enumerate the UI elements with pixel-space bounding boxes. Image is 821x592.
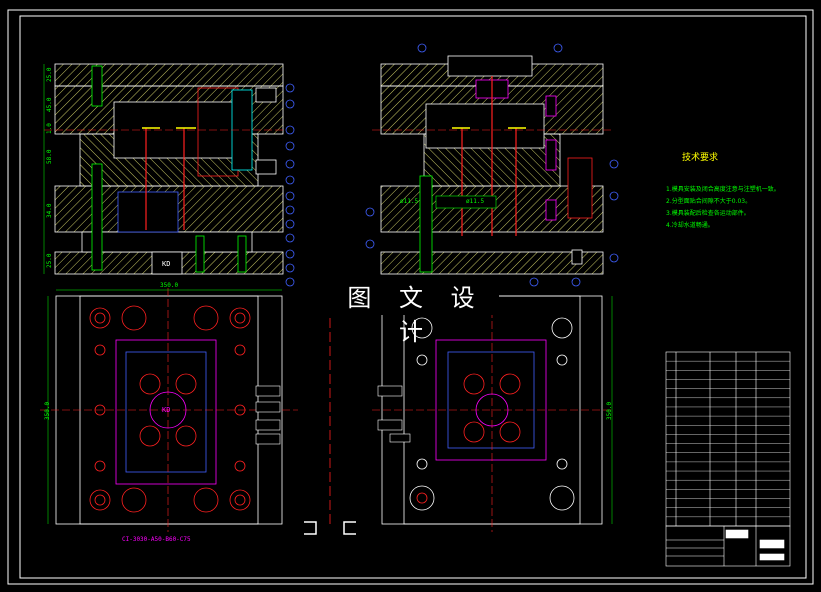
tech-requirement-line-1: 1.模具安装及闭合高度注意与注塑机一致。 — [666, 186, 780, 193]
section-dim-3: 1.0 — [46, 123, 53, 134]
left-section-view — [43, 63, 290, 275]
section-mark-left — [304, 521, 317, 535]
section-dim-1: 25.0 — [46, 67, 53, 82]
tech-requirement-line-3: 3.模具装配后检查各运动部件。 — [666, 210, 750, 217]
title-block — [665, 525, 791, 567]
moving-half-plan-fittings — [377, 385, 411, 443]
part-code-label: CI-3030-A50-B60-C75 — [122, 536, 191, 543]
right-section-view — [372, 55, 612, 275]
section-dim-2: 45.0 — [46, 97, 53, 112]
kd-label-plan: KD — [162, 406, 171, 414]
section-dim-6: 25.0 — [46, 253, 53, 268]
watermark-banner: 图 文 设 计 — [333, 281, 499, 346]
tech-requirement-line-4: 4.冷却水道畅通。 — [666, 222, 714, 229]
section-mark-right — [343, 521, 356, 535]
plan-left-width-dim: 350.0 — [160, 282, 179, 289]
kd-label-section: KD — [162, 260, 171, 268]
section-right-label-1: ø11.5 — [400, 198, 419, 205]
plan-left-height-dim: 350.0 — [44, 401, 51, 420]
tech-requirements-title: 技术要求 — [682, 153, 719, 163]
tech-requirement-line-2: 2.分型面贴合间隙不大于0.03。 — [666, 198, 752, 205]
section-dim-5: 34.0 — [46, 203, 53, 218]
left-section-balloons — [285, 83, 295, 287]
parts-list-table — [665, 351, 791, 527]
section-right-label-2: ø11.5 — [466, 198, 485, 205]
moving-half-plan-view — [329, 288, 613, 532]
plan-right-height-dim: 350.0 — [606, 401, 613, 420]
parts-list-rows — [666, 360, 790, 518]
section-dim-4: 58.0 — [46, 149, 53, 164]
fixed-half-plan-fittings — [255, 385, 281, 445]
